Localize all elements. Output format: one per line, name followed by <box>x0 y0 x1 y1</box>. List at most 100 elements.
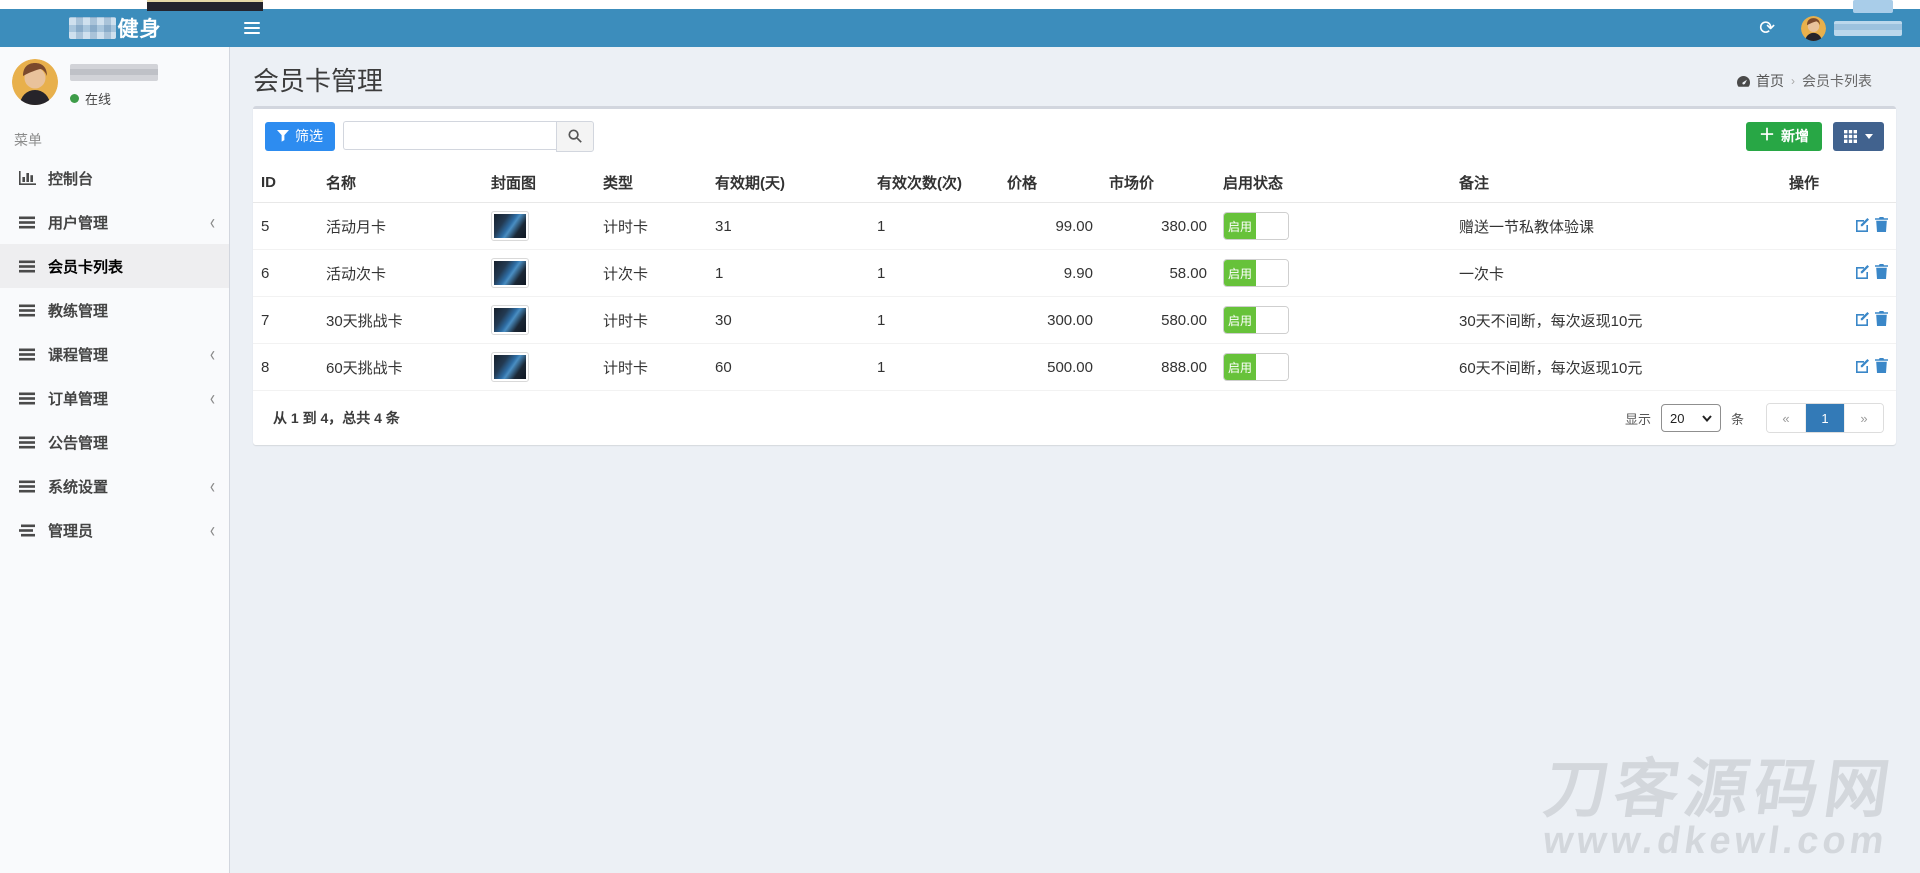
table-toolbar: 筛选 ＋ 新增 <box>253 109 1896 163</box>
search-button[interactable] <box>556 121 594 152</box>
user-menu[interactable] <box>1791 9 1912 47</box>
cell-valid-days: 1 <box>707 250 869 297</box>
edit-icon[interactable] <box>1855 311 1870 326</box>
sidebar-item-announcements[interactable]: 公告管理 <box>0 420 229 464</box>
sidebar-item-settings[interactable]: 系统设置 ‹ <box>0 464 229 508</box>
cell-name: 活动月卡 <box>318 203 483 250</box>
edit-icon[interactable] <box>1855 264 1870 279</box>
sidebar-item-coaches[interactable]: 教练管理 <box>0 288 229 332</box>
status-toggle[interactable]: 启用 <box>1223 212 1289 240</box>
col-header-market-price: 市场价 <box>1101 163 1215 203</box>
censored-username <box>70 64 158 81</box>
refresh-icon: ⟳ <box>1759 19 1775 38</box>
cell-valid-days: 60 <box>707 344 869 391</box>
dashboard-icon <box>1736 75 1751 88</box>
sidebar-item-users[interactable]: 用户管理 ‹ <box>0 200 229 244</box>
filter-button[interactable]: 筛选 <box>265 122 335 151</box>
sidebar-item-admins[interactable]: 管理员 ‹ <box>0 508 229 552</box>
delete-icon[interactable] <box>1875 264 1888 279</box>
list-icon <box>19 216 41 229</box>
toggle-on-label: 启用 <box>1224 307 1256 333</box>
cell-valid-times: 1 <box>869 297 999 344</box>
cell-id: 8 <box>253 344 318 391</box>
col-header-cover: 封面图 <box>483 163 595 203</box>
cell-valid-days: 31 <box>707 203 869 250</box>
columns-dropdown-button[interactable] <box>1833 122 1884 151</box>
sidebar-user-info: 在线 <box>70 59 158 108</box>
edit-icon[interactable] <box>1855 217 1870 232</box>
sidebar-item-member-cards[interactable]: 会员卡列表 <box>0 244 229 288</box>
delete-icon[interactable] <box>1875 311 1888 326</box>
cover-image <box>494 261 526 285</box>
pager-next-button[interactable]: » <box>1845 404 1883 432</box>
sidebar-item-label: 公告管理 <box>48 432 108 453</box>
pager: « 1 » <box>1766 403 1884 433</box>
chevron-left-icon: ‹ <box>210 520 215 541</box>
browser-tab-artifact <box>147 0 263 11</box>
chevron-left-icon: ‹ <box>210 388 215 409</box>
toggle-on-label: 启用 <box>1224 213 1256 239</box>
app-logo[interactable]: 健身 <box>0 9 230 47</box>
sidebar-item-label: 订单管理 <box>48 388 108 409</box>
search-input[interactable] <box>343 121 556 150</box>
show-label: 显示 <box>1625 409 1651 428</box>
col-header-remark: 备注 <box>1451 163 1781 203</box>
cell-type: 计次卡 <box>595 250 707 297</box>
status-toggle[interactable]: 启用 <box>1223 306 1289 334</box>
toggle-on-label: 启用 <box>1224 354 1256 380</box>
bar-chart-icon <box>19 171 41 185</box>
cell-market-price: 888.00 <box>1101 344 1215 391</box>
sidebar-item-orders[interactable]: 订单管理 ‹ <box>0 376 229 420</box>
sidebar-menu: 控制台 用户管理 ‹ 会员卡列表 教练管理 <box>0 156 229 552</box>
delete-icon[interactable] <box>1875 358 1888 373</box>
sidebar-item-courses[interactable]: 课程管理 ‹ <box>0 332 229 376</box>
cell-name: 30天挑战卡 <box>318 297 483 344</box>
sidebar-item-label: 教练管理 <box>48 300 108 321</box>
breadcrumb-separator: › <box>1791 74 1795 88</box>
browser-artifact-strip <box>0 0 1920 9</box>
cell-name: 60天挑战卡 <box>318 344 483 391</box>
pager-prev-button[interactable]: « <box>1767 404 1806 432</box>
edit-icon[interactable] <box>1855 358 1870 373</box>
user-status: 在线 <box>70 89 158 108</box>
sidebar-item-label: 会员卡列表 <box>48 256 123 277</box>
sidebar: 在线 菜单 控制台 用户管理 ‹ <box>0 47 230 873</box>
breadcrumb-home[interactable]: 首页 <box>1736 71 1784 91</box>
sidebar-item-label: 管理员 <box>48 520 93 541</box>
status-toggle[interactable]: 启用 <box>1223 353 1289 381</box>
avatar <box>12 59 58 105</box>
cover-thumbnail[interactable] <box>491 211 529 241</box>
cell-market-price: 580.00 <box>1101 297 1215 344</box>
cover-thumbnail[interactable] <box>491 305 529 335</box>
table-row: 6 活动次卡 计次卡 1 1 9.90 58.00 启用 一次卡 <box>253 250 1896 297</box>
cell-type: 计时卡 <box>595 297 707 344</box>
cell-price: 9.90 <box>999 250 1101 297</box>
cell-id: 6 <box>253 250 318 297</box>
cell-market-price: 58.00 <box>1101 250 1215 297</box>
online-dot-icon <box>70 94 79 103</box>
plus-icon: ＋ <box>1759 128 1775 144</box>
toggle-off-track <box>1256 260 1288 286</box>
page-size-select[interactable]: 20 <box>1661 404 1721 432</box>
status-toggle[interactable]: 启用 <box>1223 259 1289 287</box>
sidebar-item-dashboard[interactable]: 控制台 <box>0 156 229 200</box>
toolbar-right: ＋ 新增 <box>1746 122 1884 151</box>
cell-valid-times: 1 <box>869 344 999 391</box>
add-button[interactable]: ＋ 新增 <box>1746 122 1822 151</box>
sidebar-item-label: 控制台 <box>48 168 93 189</box>
pager-page-1[interactable]: 1 <box>1806 404 1845 432</box>
list-icon <box>19 436 41 449</box>
top-navbar: 健身 ⟳ <box>0 9 1920 47</box>
list-icon <box>19 304 41 317</box>
chevron-left-icon: ‹ <box>210 212 215 233</box>
col-header-valid-days: 有效期(天) <box>707 163 869 203</box>
page-size-value: 20 <box>1670 411 1684 426</box>
filter-button-label: 筛选 <box>295 126 323 146</box>
content-header: 会员卡管理 首页 › 会员卡列表 <box>230 47 1920 106</box>
sidebar-toggle-button[interactable] <box>230 9 274 47</box>
cover-thumbnail[interactable] <box>491 258 529 288</box>
cell-name: 活动次卡 <box>318 250 483 297</box>
cover-thumbnail[interactable] <box>491 352 529 382</box>
refresh-button[interactable]: ⟳ <box>1743 9 1791 47</box>
delete-icon[interactable] <box>1875 217 1888 232</box>
